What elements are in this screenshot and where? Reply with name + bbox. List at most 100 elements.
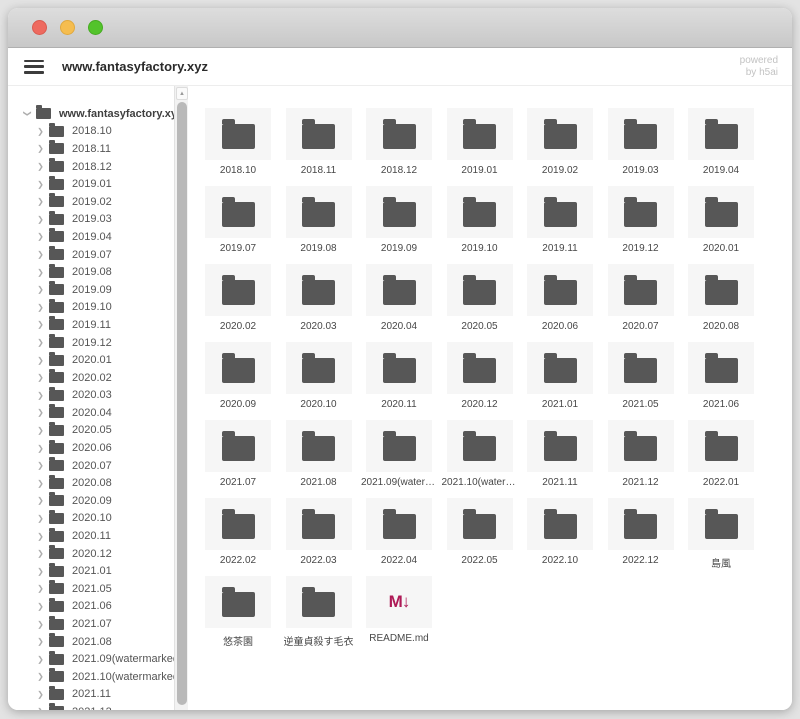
tree-item-folder[interactable]: ❯2021.11 xyxy=(8,686,174,704)
tree-item-root[interactable]: ❯ www.fantasyfactory.xyz xyxy=(8,105,174,123)
tree-item-folder[interactable]: ❯2019.03 xyxy=(8,211,174,229)
tree-item-folder[interactable]: ❯2021.12 xyxy=(8,703,174,710)
grid-item-folder[interactable]: 2019.01 xyxy=(447,108,513,178)
grid-item-folder[interactable]: 2020.02 xyxy=(205,264,271,334)
tree-item-folder[interactable]: ❯2021.07 xyxy=(8,615,174,633)
chevron-right-icon[interactable]: ❯ xyxy=(34,127,47,136)
tree-item-folder[interactable]: ❯2021.05 xyxy=(8,580,174,598)
chevron-right-icon[interactable]: ❯ xyxy=(34,285,47,294)
tree-item-folder[interactable]: ❯2020.02 xyxy=(8,369,174,387)
chevron-right-icon[interactable]: ❯ xyxy=(34,426,47,435)
grid-item-folder[interactable]: 2021.09(watermarked) xyxy=(366,420,432,490)
grid-item-folder[interactable]: 2021.12 xyxy=(608,420,674,490)
grid-item-folder[interactable]: 2022.10 xyxy=(527,498,593,568)
chevron-right-icon[interactable]: ❯ xyxy=(34,391,47,400)
grid-item-folder[interactable]: 2018.10 xyxy=(205,108,271,178)
tree-item-folder[interactable]: ❯2020.01 xyxy=(8,351,174,369)
tree-item-folder[interactable]: ❯2019.12 xyxy=(8,334,174,352)
grid-item-folder[interactable]: 2022.04 xyxy=(366,498,432,568)
grid-item-folder[interactable]: 2020.05 xyxy=(447,264,513,334)
chevron-right-icon[interactable]: ❯ xyxy=(34,338,47,347)
grid-item-folder[interactable]: 2020.07 xyxy=(608,264,674,334)
grid-item-folder[interactable]: 2019.02 xyxy=(527,108,593,178)
maximize-window-button[interactable] xyxy=(88,20,103,35)
grid-item-folder[interactable]: 2020.11 xyxy=(366,342,432,412)
grid-item-folder[interactable]: 2018.11 xyxy=(286,108,352,178)
chevron-right-icon[interactable]: ❯ xyxy=(34,232,47,241)
chevron-right-icon[interactable]: ❯ xyxy=(34,496,47,505)
chevron-right-icon[interactable]: ❯ xyxy=(34,215,47,224)
tree-item-folder[interactable]: ❯2021.01 xyxy=(8,562,174,580)
chevron-right-icon[interactable]: ❯ xyxy=(34,373,47,382)
tree-item-folder[interactable]: ❯2020.10 xyxy=(8,510,174,528)
chevron-right-icon[interactable]: ❯ xyxy=(34,144,47,153)
grid-item-folder[interactable]: 2021.05 xyxy=(608,342,674,412)
grid-item-folder[interactable]: 悠茶園 xyxy=(205,576,271,646)
grid-item-folder[interactable]: 2019.09 xyxy=(366,186,432,256)
chevron-right-icon[interactable]: ❯ xyxy=(34,479,47,488)
grid-item-folder[interactable]: 2020.12 xyxy=(447,342,513,412)
grid-item-folder[interactable]: 2020.08 xyxy=(688,264,754,334)
grid-item-folder[interactable]: 2018.12 xyxy=(366,108,432,178)
tree-item-folder[interactable]: ❯2020.06 xyxy=(8,439,174,457)
grid-item-folder[interactable]: 2022.12 xyxy=(608,498,674,568)
grid-item-folder[interactable]: 島風 xyxy=(688,498,754,568)
tree-item-folder[interactable]: ❯2019.01 xyxy=(8,175,174,193)
chevron-right-icon[interactable]: ❯ xyxy=(34,620,47,629)
tree-item-folder[interactable]: ❯2021.10(watermarked) xyxy=(8,668,174,686)
chevron-right-icon[interactable]: ❯ xyxy=(34,444,47,453)
grid-item-folder[interactable]: 2022.03 xyxy=(286,498,352,568)
tree-item-folder[interactable]: ❯2020.05 xyxy=(8,422,174,440)
tree-item-folder[interactable]: ❯2019.08 xyxy=(8,263,174,281)
chevron-right-icon[interactable]: ❯ xyxy=(34,408,47,417)
grid-item-folder[interactable]: 2020.09 xyxy=(205,342,271,412)
grid-item-folder[interactable]: 2019.07 xyxy=(205,186,271,256)
scrollbar-thumb[interactable] xyxy=(177,102,187,705)
grid-item-folder[interactable]: 2019.10 xyxy=(447,186,513,256)
chevron-right-icon[interactable]: ❯ xyxy=(34,637,47,646)
scroll-up-arrow-icon[interactable]: ▲ xyxy=(176,87,188,100)
chevron-right-icon[interactable]: ❯ xyxy=(34,197,47,206)
grid-item-folder[interactable]: 2021.11 xyxy=(527,420,593,490)
tree-item-folder[interactable]: ❯2021.08 xyxy=(8,633,174,651)
chevron-right-icon[interactable]: ❯ xyxy=(34,567,47,576)
grid-item-folder[interactable]: 2019.08 xyxy=(286,186,352,256)
chevron-right-icon[interactable]: ❯ xyxy=(34,268,47,277)
grid-item-folder[interactable]: 2021.07 xyxy=(205,420,271,490)
chevron-right-icon[interactable]: ❯ xyxy=(34,356,47,365)
grid-item-folder[interactable]: 2019.04 xyxy=(688,108,754,178)
chevron-right-icon[interactable]: ❯ xyxy=(34,690,47,699)
tree-item-folder[interactable]: ❯2019.11 xyxy=(8,316,174,334)
breadcrumb-site-title[interactable]: www.fantasyfactory.xyz xyxy=(62,59,208,74)
chevron-right-icon[interactable]: ❯ xyxy=(34,320,47,329)
tree-item-folder[interactable]: ❯2020.03 xyxy=(8,387,174,405)
tree-item-folder[interactable]: ❯2018.12 xyxy=(8,158,174,176)
tree-item-folder[interactable]: ❯2020.04 xyxy=(8,404,174,422)
tree-item-folder[interactable]: ❯2020.11 xyxy=(8,527,174,545)
grid-item-folder[interactable]: 2019.03 xyxy=(608,108,674,178)
tree-item-folder[interactable]: ❯2018.11 xyxy=(8,140,174,158)
sidebar-scrollbar[interactable]: ▲ xyxy=(174,86,188,710)
grid-item-folder[interactable]: 2022.05 xyxy=(447,498,513,568)
grid-item-readme[interactable]: M↓README.md xyxy=(366,576,432,646)
grid-item-folder[interactable]: 2021.10(watermarked) xyxy=(447,420,513,490)
grid-item-folder[interactable]: 2021.06 xyxy=(688,342,754,412)
chevron-right-icon[interactable]: ❯ xyxy=(34,655,47,664)
tree-item-folder[interactable]: ❯2019.04 xyxy=(8,228,174,246)
chevron-right-icon[interactable]: ❯ xyxy=(34,162,47,171)
chevron-right-icon[interactable]: ❯ xyxy=(34,303,47,312)
tree-item-folder[interactable]: ❯2020.07 xyxy=(8,457,174,475)
grid-item-folder[interactable]: 2020.06 xyxy=(527,264,593,334)
tree-item-folder[interactable]: ❯2021.09(watermarked) xyxy=(8,650,174,668)
menu-icon[interactable] xyxy=(24,60,44,74)
grid-item-folder[interactable]: 2020.04 xyxy=(366,264,432,334)
grid-item-folder[interactable]: 2021.01 xyxy=(527,342,593,412)
tree-item-folder[interactable]: ❯2020.08 xyxy=(8,474,174,492)
grid-item-folder[interactable]: 2020.03 xyxy=(286,264,352,334)
tree-item-folder[interactable]: ❯2019.09 xyxy=(8,281,174,299)
tree-item-folder[interactable]: ❯2019.02 xyxy=(8,193,174,211)
chevron-right-icon[interactable]: ❯ xyxy=(34,180,47,189)
grid-item-folder[interactable]: 2020.10 xyxy=(286,342,352,412)
tree-item-folder[interactable]: ❯2019.10 xyxy=(8,299,174,317)
tree-item-folder[interactable]: ❯2019.07 xyxy=(8,246,174,264)
